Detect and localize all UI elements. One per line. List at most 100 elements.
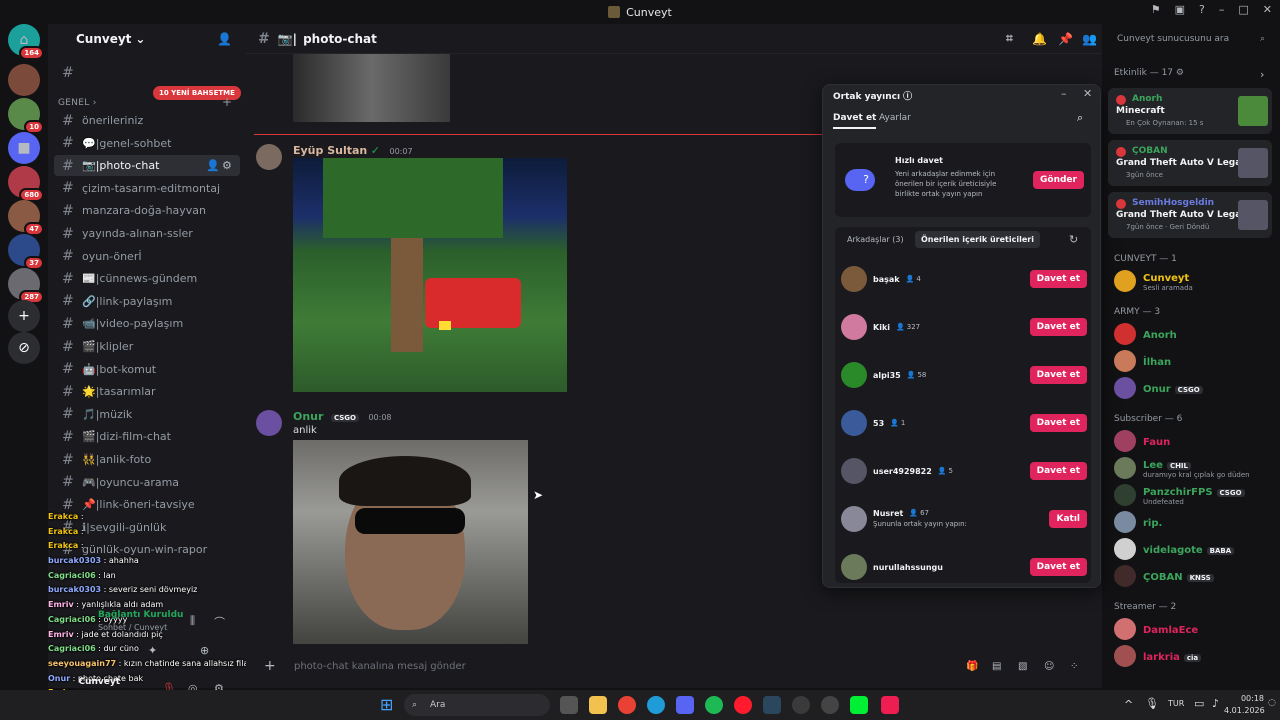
tab-settings[interactable]: Ayarlar: [879, 113, 911, 123]
add-server-icon[interactable]: +: [8, 300, 40, 332]
clock[interactable]: 00:18 4.01.2026: [1224, 693, 1265, 717]
voice-status[interactable]: Bağlantı Kuruldu: [98, 610, 183, 620]
member-item[interactable]: İlhan: [1114, 350, 1276, 372]
search-icon[interactable]: ⌕: [1077, 111, 1083, 125]
channel-item[interactable]: # 👯| anlik-foto: [54, 449, 240, 470]
channel-item[interactable]: # 🔗| link-paylaşım: [54, 291, 240, 312]
server-icon[interactable]: 10: [8, 98, 44, 134]
voice-channel[interactable]: Sohbet / Cunveyt: [98, 623, 167, 632]
tab-friends[interactable]: Arkadaşlar (3): [847, 235, 904, 244]
gear-icon[interactable]: ⚙: [222, 159, 232, 172]
invite-button[interactable]: Davet et: [1029, 270, 1087, 288]
creator-name[interactable]: Kiki: [873, 323, 890, 332]
channel-item[interactable]: # 📹| video-paylaşım: [54, 313, 240, 334]
attachment-image[interactable]: [293, 158, 567, 392]
close-icon[interactable]: ✕: [1263, 3, 1272, 16]
app-icon[interactable]: [821, 696, 839, 714]
gif-icon[interactable]: ▤: [992, 661, 1001, 672]
volume-icon[interactable]: ♪: [1212, 697, 1219, 710]
activity-card[interactable]: SemihHosgeldin Grand Theft Auto V Legacy 7…: [1108, 192, 1272, 238]
creator-name[interactable]: nurullahssungu: [873, 563, 943, 572]
screen-icon[interactable]: ▣: [1175, 3, 1185, 16]
search-input[interactable]: Cunveyt sunucusunu ara: [1117, 34, 1229, 44]
member-item[interactable]: videlagote BABA: [1114, 538, 1276, 560]
channel-item[interactable]: # çizim-tasarım-editmontaj: [54, 178, 240, 199]
discord-icon[interactable]: [676, 696, 694, 714]
obs-icon[interactable]: [792, 696, 810, 714]
rocket-icon[interactable]: ⊕: [200, 644, 209, 657]
bell-icon[interactable]: 🔔: [1032, 32, 1047, 46]
channel-item[interactable]: # 🎬| klipler: [54, 336, 240, 357]
member-item[interactable]: PanzchirFPS CSGO Undefeated: [1114, 484, 1276, 506]
emoji-icon[interactable]: ☺: [1044, 661, 1054, 672]
threads-icon[interactable]: ⌗: [1006, 31, 1013, 46]
member-item[interactable]: Lee CHIL duramıyo kral çıplak go düden: [1114, 457, 1276, 479]
edge-icon[interactable]: [647, 696, 665, 714]
member-item[interactable]: rip.: [1114, 511, 1276, 533]
help-icon[interactable]: ?: [1199, 3, 1205, 16]
server-icon[interactable]: 37: [8, 234, 44, 270]
server-icon[interactable]: [8, 64, 40, 96]
message-input[interactable]: photo-chat kanalına mesaj gönder: [294, 661, 466, 672]
channel-item[interactable]: # 💬| genel-sohbet: [54, 133, 240, 154]
creator-name[interactable]: user4929822: [873, 467, 932, 476]
server-icon[interactable]: 680: [8, 166, 44, 202]
invite-button[interactable]: Davet et: [1029, 414, 1087, 432]
server-icon[interactable]: ■: [8, 132, 40, 164]
avatar[interactable]: [256, 144, 282, 170]
close-icon[interactable]: ✕: [1083, 87, 1092, 100]
activity-icon[interactable]: ✦: [148, 644, 157, 657]
disconnect-icon[interactable]: ⌒: [214, 614, 225, 630]
message-input-bar[interactable]: + photo-chat kanalına mesaj gönder 🎁 ▤ ▧…: [254, 651, 1094, 681]
inbox-icon[interactable]: ⚑: [1151, 3, 1161, 16]
creator-name[interactable]: Nusret: [873, 509, 903, 518]
add-channel-icon[interactable]: +: [222, 95, 232, 109]
server-header[interactable]: Cunveyt ⌄ 👤: [48, 24, 246, 54]
channel-item[interactable]: # önerileriniz: [54, 110, 240, 131]
member-item[interactable]: Onur CSGO: [1114, 377, 1276, 399]
invite-button[interactable]: Davet et: [1029, 366, 1087, 384]
apps-icon[interactable]: ⁘: [1070, 661, 1078, 672]
channel-item[interactable]: # 🎮| oyuncu-arama: [54, 472, 240, 493]
member-item[interactable]: ÇOBAN KNSS: [1114, 565, 1276, 587]
task-view-icon[interactable]: [560, 696, 578, 714]
soundboard-icon[interactable]: ⫼: [190, 614, 195, 628]
gear-icon[interactable]: ⚙: [1176, 68, 1184, 78]
channel-item[interactable]: # oyun-önerİ: [54, 246, 240, 267]
tab-suggested[interactable]: Önerilen içerik üreticileri: [915, 231, 1040, 248]
maximize-icon[interactable]: □: [1238, 3, 1248, 16]
sticker-icon[interactable]: ▧: [1018, 661, 1027, 672]
activity-card[interactable]: ÇOBAN Grand Theft Auto V Legacy 3gün önce: [1108, 140, 1272, 186]
taskbar-search[interactable]: ⌕ Ara: [404, 694, 550, 716]
invite-button[interactable]: Davet et: [1029, 558, 1087, 576]
send-button[interactable]: Gönder: [1033, 171, 1084, 189]
category-genel[interactable]: GENEL › +: [58, 95, 232, 109]
invite-button[interactable]: Davet et: [1029, 462, 1087, 480]
channel-item[interactable]: # yayında-alınan-ssler: [54, 223, 240, 244]
windows-start-icon[interactable]: ⊞: [380, 695, 393, 714]
steam-icon[interactable]: [763, 696, 781, 714]
mic-icon[interactable]: 🎙: [1145, 697, 1159, 710]
channel-item[interactable]: # 🌟| tasarımlar: [54, 381, 240, 402]
language-indicator[interactable]: TUR: [1168, 699, 1184, 708]
minimize-icon[interactable]: –: [1219, 3, 1225, 16]
discover-icon[interactable]: ⊘: [8, 332, 40, 364]
previous-image[interactable]: [293, 54, 450, 122]
invite-icon[interactable]: 👤: [206, 159, 220, 172]
member-item[interactable]: DamlaEce: [1114, 618, 1276, 640]
server-icon[interactable]: 287: [8, 268, 44, 304]
channel-item[interactable]: # 🤖| bot-komut: [54, 359, 240, 380]
member-item[interactable]: Cunveyt Sesli aramada: [1114, 270, 1276, 292]
message-author[interactable]: Onur: [293, 410, 323, 423]
channel-active[interactable]: # 📷| photo-chat 👤 ⚙: [54, 155, 240, 177]
file-explorer-icon[interactable]: [589, 696, 607, 714]
channel-item[interactable]: # 📰| cünnews-gündem: [54, 268, 240, 289]
current-user-name[interactable]: Cunveyt: [40, 677, 120, 687]
activity-card[interactable]: Anorh Minecraft En Çok Oynanan: 15 s: [1108, 88, 1272, 134]
add-attachment-icon[interactable]: +: [264, 658, 276, 674]
network-icon[interactable]: ▭: [1194, 697, 1204, 710]
app-icon[interactable]: [850, 696, 868, 714]
spotify-icon[interactable]: [705, 696, 723, 714]
pin-icon[interactable]: 📌: [1058, 32, 1073, 46]
invite-button[interactable]: Davet et: [1029, 318, 1087, 336]
